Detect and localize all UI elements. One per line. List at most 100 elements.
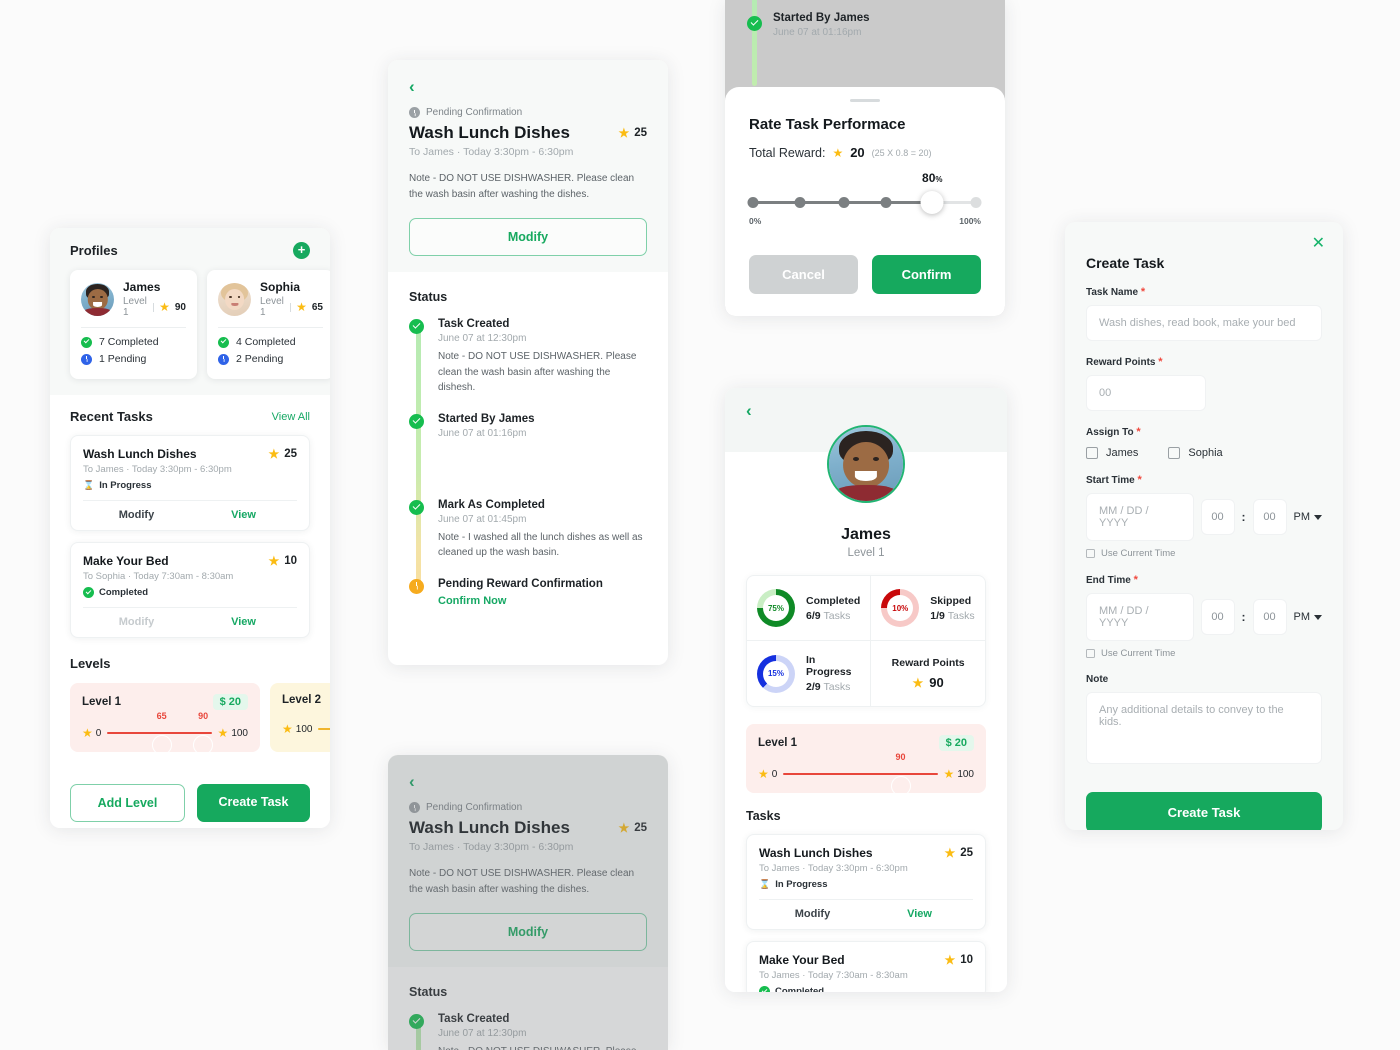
stat-label: In Progress	[806, 654, 852, 678]
slider-node[interactable]	[794, 196, 806, 208]
add-level-button[interactable]: Add Level	[70, 784, 185, 822]
timeline-note: Note - DO NOT USE DISHWASHER. Please cle…	[438, 1044, 647, 1050]
modify-button[interactable]: Modify	[759, 900, 866, 929]
level-max: ★ 100	[218, 726, 248, 740]
performance-slider[interactable]: 80% 0% 100%	[747, 171, 982, 231]
task-subtitle: To James · Today 3:30pm - 6:30pm	[83, 464, 232, 475]
avatar	[827, 425, 905, 503]
status-timeline: Task Created June 07 at 12:30pm Note - D…	[409, 1013, 647, 1050]
check-circle-icon	[409, 1014, 424, 1029]
create-task-panel: ✕ Create Task Task Name * Wash dishes, r…	[1065, 222, 1343, 830]
start-minute-input[interactable]: 00	[1252, 499, 1287, 535]
progress-bar	[107, 731, 212, 735]
start-hour-input[interactable]: 00	[1200, 499, 1235, 535]
ampm-value: PM	[1293, 511, 1311, 523]
slider-node[interactable]	[970, 196, 982, 208]
assignee-label: Sophia	[1188, 447, 1223, 459]
confirm-button[interactable]: Confirm	[872, 255, 981, 294]
status-section: Status Task Created June 07 at 12:30pm N…	[388, 967, 668, 1050]
note-textarea[interactable]: Any additional details to convey to the …	[1086, 692, 1322, 764]
slider-node[interactable]	[880, 196, 892, 208]
task-name-input[interactable]: Wash dishes, read book, make your bed	[1086, 305, 1322, 341]
modify-button[interactable]: Modify	[409, 913, 647, 951]
end-time-label: End Time *	[1086, 574, 1138, 586]
timeline-note: Note - DO NOT USE DISHWASHER. Please cle…	[438, 351, 637, 393]
task-card[interactable]: Wash Lunch Dishes To James · Today 3:30p…	[70, 435, 310, 531]
add-profile-button[interactable]: +	[293, 242, 310, 259]
timeline-note: Note - I washed all the lunch dishes as …	[438, 531, 643, 559]
view-button[interactable]: View	[190, 608, 297, 637]
task-actions: Modify View	[83, 500, 297, 530]
slider-node[interactable]	[838, 196, 850, 208]
view-all-link[interactable]: View All	[272, 411, 310, 423]
modify-button[interactable]: Modify	[83, 501, 190, 530]
profile-level: Level 1	[123, 296, 147, 318]
levels-list: Level 1 $ 20 ★ 0 ★ 100 65 90 Level 2 ★ 1…	[70, 683, 330, 755]
task-card-header: Make Your Bed To James · Today 7:30am - …	[759, 953, 973, 981]
stat-in-progress: 15% In Progress 2/9 Tasks	[747, 641, 872, 706]
profile-card-james[interactable]: James Level 1 ★ 90 7 Completed 1 Pending	[70, 270, 197, 379]
checkbox-icon[interactable]	[1086, 447, 1098, 459]
check-circle-icon	[759, 986, 770, 992]
start-use-current-time[interactable]: Use Current Time	[1086, 548, 1322, 559]
task-card[interactable]: Wash Lunch Dishes To James · Today 3:30p…	[746, 834, 986, 930]
timeline-item: Started By James June 07 at 01:16pm	[409, 413, 647, 439]
task-points: ★ 25	[618, 126, 647, 140]
start-date-input[interactable]: MM / DD / YYYY	[1086, 493, 1194, 541]
task-actions: Modify View	[83, 607, 297, 637]
checkbox-icon[interactable]	[1086, 649, 1095, 658]
modify-button[interactable]: Modify	[409, 218, 647, 256]
start-ampm-select[interactable]: PM	[1293, 511, 1322, 523]
level-progress: ★ 0 ★ 100 65 90	[82, 711, 248, 755]
cancel-button[interactable]: Cancel	[749, 255, 858, 294]
divider	[290, 302, 292, 312]
end-hour-input[interactable]: 00	[1200, 599, 1235, 635]
create-task-submit-button[interactable]: Create Task	[1086, 792, 1322, 830]
view-button[interactable]: View	[190, 501, 297, 530]
back-icon[interactable]: ‹	[409, 773, 647, 790]
level-card[interactable]: Level 1 $ 20 ★ 0 ★ 100 90	[746, 724, 986, 796]
back-icon[interactable]: ‹	[746, 402, 986, 419]
assignee-sophia-checkbox[interactable]: Sophia	[1168, 447, 1223, 459]
task-card[interactable]: Make Your Bed To Sophia · Today 7:30am -…	[70, 542, 310, 638]
level-marker: 65	[156, 711, 167, 721]
slider-node[interactable]	[747, 196, 759, 208]
task-points: ★ 25	[268, 447, 297, 461]
checkbox-icon[interactable]	[1168, 447, 1181, 459]
confirm-now-link[interactable]: Confirm Now	[438, 595, 647, 607]
timeline-item: Mark As Completed June 07 at 01:45pm Not…	[409, 499, 647, 561]
progress-bar	[318, 727, 330, 731]
sheet-grabber[interactable]	[850, 99, 880, 102]
profile-level: Level 1	[260, 296, 284, 318]
close-icon[interactable]: ✕	[1312, 236, 1325, 252]
recent-tasks-header: Recent Tasks View All	[70, 409, 310, 424]
profile-card-sophia[interactable]: Sophia Level 1 ★ 65 4 Completed 2 Pendin…	[207, 270, 330, 379]
reward-points-input[interactable]: 00	[1086, 375, 1206, 411]
create-task-button[interactable]: Create Task	[197, 784, 310, 822]
end-use-current-time[interactable]: Use Current Time	[1086, 648, 1322, 659]
modal-title: Rate Task Performace	[749, 116, 906, 133]
pending-confirmation-badge: Pending Confirmation	[409, 107, 647, 118]
checkbox-icon[interactable]	[1086, 549, 1095, 558]
end-ampm-select[interactable]: PM	[1294, 611, 1322, 623]
donut-chart-in-progress: 15%	[757, 654, 795, 693]
total-reward-value: 20	[850, 145, 865, 160]
pending-label: Pending Confirmation	[426, 802, 523, 813]
task-card[interactable]: Make Your Bed To James · Today 7:30am - …	[746, 941, 986, 992]
level-card-2[interactable]: Level 2 ★ 100	[270, 683, 330, 752]
back-icon[interactable]: ‹	[409, 78, 647, 95]
level-min: ★ 0	[82, 726, 101, 740]
end-date-input[interactable]: MM / DD / YYYY	[1086, 593, 1194, 641]
task-actions: Modify View	[759, 899, 973, 929]
avatar	[81, 282, 114, 316]
timeline-item: Pending Reward Confirmation Confirm Now	[409, 578, 647, 607]
check-circle-icon	[218, 336, 229, 348]
slider-thumb[interactable]	[920, 190, 944, 214]
end-minute-input[interactable]: 00	[1252, 599, 1287, 635]
assignee-james-checkbox[interactable]: James	[1086, 447, 1138, 459]
level-card-1[interactable]: Level 1 $ 20 ★ 0 ★ 100 65 90	[70, 683, 260, 755]
view-button[interactable]: View	[866, 900, 973, 929]
task-card-header: Wash Lunch Dishes To James · Today 3:30p…	[83, 447, 297, 475]
profile-name: James	[841, 526, 891, 543]
level-title: Level 2	[282, 694, 321, 706]
